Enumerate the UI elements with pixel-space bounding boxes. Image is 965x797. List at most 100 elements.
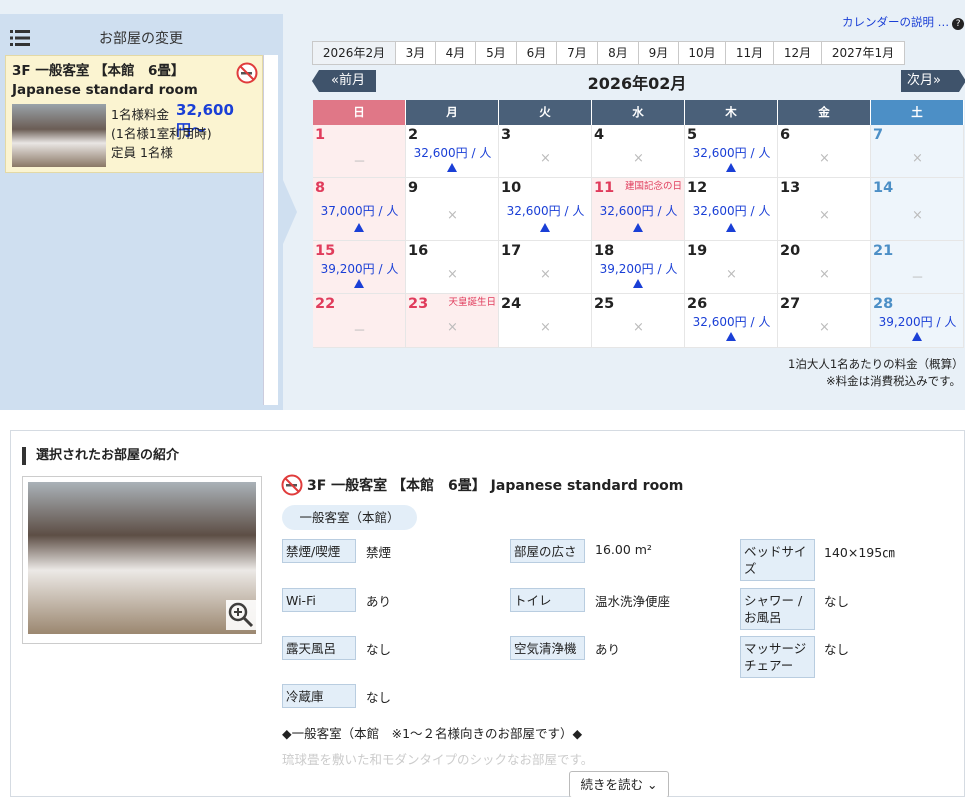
- calendar-day-cell[interactable]: 26 32,600円 / 人: [685, 294, 778, 348]
- room-category-tag: 一般客室（本館）: [282, 505, 417, 530]
- calendar-day-cell[interactable]: 5 32,600円 / 人: [685, 125, 778, 178]
- calendar-help-link[interactable]: カレンダーの説明 …?: [842, 14, 965, 30]
- day-number: 17: [501, 243, 522, 259]
- day-price[interactable]: 39,200円 / 人: [313, 260, 406, 277]
- availability-few-icon: [633, 223, 643, 232]
- month-tab[interactable]: 2026年2月: [312, 41, 396, 65]
- day-price[interactable]: 39,200円 / 人: [871, 313, 964, 330]
- month-tabs: 2026年2月 3月 4月 5月 6月 7月 8月 9月 10月 11月 12月 2027年1月: [312, 41, 905, 65]
- day-price[interactable]: 32,600円 / 人: [499, 202, 592, 219]
- sidebar-header: お部屋の変更: [0, 14, 283, 58]
- day-number: 20: [780, 243, 801, 259]
- day-number: 10: [501, 180, 522, 196]
- calendar-day-cell[interactable]: 28 39,200円 / 人: [871, 294, 964, 348]
- calendar-week: 15 39,200円 / 人 16 × 17 × 18 39,200円 / 人 19 × 20 × 21…: [313, 241, 965, 294]
- calendar-day-cell: 9 ×: [406, 178, 499, 241]
- weekday-label: 日: [313, 100, 406, 125]
- day-number: 7: [873, 127, 884, 143]
- unavailable-icon: ×: [447, 320, 458, 335]
- calendar-day-cell[interactable]: 8 37,000円 / 人: [313, 178, 406, 241]
- calendar-day-cell[interactable]: 10 32,600円 / 人: [499, 178, 592, 241]
- calendar-day-cell[interactable]: 11 建国記念の日 32,600円 / 人: [592, 178, 685, 241]
- day-number: 19: [687, 243, 708, 259]
- month-tab[interactable]: 10月: [679, 41, 726, 65]
- no-plan-icon: －: [352, 324, 366, 339]
- room-card-capacity: 定員 1名様: [111, 145, 173, 160]
- no-smoking-icon: [281, 474, 303, 496]
- weekday-label: 月: [406, 100, 499, 125]
- day-price[interactable]: 32,600円 / 人: [685, 202, 778, 219]
- calendar-day-cell: 4 ×: [592, 125, 685, 178]
- day-price[interactable]: 39,200円 / 人: [592, 260, 685, 277]
- unavailable-icon: ×: [540, 267, 551, 282]
- unavailable-icon: ×: [819, 320, 830, 335]
- sidebar-scrollbar[interactable]: [263, 55, 278, 405]
- month-tab[interactable]: 6月: [517, 41, 557, 65]
- day-number: 28: [873, 296, 894, 312]
- calendar-day-cell: 27 ×: [778, 294, 871, 348]
- unavailable-icon: ×: [633, 151, 644, 166]
- month-tab[interactable]: 4月: [436, 41, 476, 65]
- spec-label: ベッドサイズ: [740, 539, 815, 581]
- spec-label: トイレ: [510, 588, 585, 612]
- calendar-day-cell[interactable]: 2 32,600円 / 人: [406, 125, 499, 178]
- month-tab[interactable]: 7月: [557, 41, 598, 65]
- calendar-help-label: カレンダーの説明 …: [842, 15, 950, 29]
- list-icon[interactable]: [10, 29, 30, 47]
- prev-month-button[interactable]: «前月: [312, 70, 376, 92]
- room-photo-frame[interactable]: [22, 476, 262, 644]
- room-card-photo: [12, 104, 106, 167]
- double-left-icon: «: [331, 73, 339, 88]
- zoom-in-icon[interactable]: [226, 600, 256, 630]
- unavailable-icon: ×: [819, 208, 830, 223]
- calendar-day-cell: 16 ×: [406, 241, 499, 294]
- prev-month-label: 前月: [338, 73, 365, 88]
- help-icon: ?: [952, 18, 965, 30]
- day-price[interactable]: 32,600円 / 人: [592, 202, 685, 219]
- availability-few-icon: [726, 332, 736, 341]
- holiday-name: 天皇誕生日: [448, 297, 496, 308]
- availability-few-icon: [540, 223, 550, 232]
- calendar-day-cell[interactable]: 18 39,200円 / 人: [592, 241, 685, 294]
- unavailable-icon: ×: [726, 267, 737, 282]
- unavailable-icon: ×: [633, 320, 644, 335]
- month-tab[interactable]: 2027年1月: [822, 41, 905, 65]
- month-tab[interactable]: 5月: [476, 41, 517, 65]
- day-number: 11: [594, 180, 615, 196]
- spec-label: Wi-Fi: [282, 588, 356, 612]
- weekday-label: 木: [685, 100, 778, 125]
- month-tab[interactable]: 8月: [598, 41, 639, 65]
- day-price[interactable]: 32,600円 / 人: [685, 313, 778, 330]
- day-number: 22: [315, 296, 336, 312]
- day-number: 1: [315, 127, 326, 143]
- chevron-down-icon: ⌄: [647, 777, 658, 792]
- day-price[interactable]: 37,000円 / 人: [313, 202, 406, 219]
- no-plan-icon: －: [910, 271, 924, 286]
- day-number: 13: [780, 180, 801, 196]
- calendar-day-cell: 20 ×: [778, 241, 871, 294]
- day-price[interactable]: 32,600円 / 人: [685, 144, 778, 161]
- spec-value: 140×195㎝: [824, 545, 895, 560]
- calendar-week: 8 37,000円 / 人 9 × 10 32,600円 / 人 11 建国記念の日 32,60…: [313, 178, 965, 241]
- month-tab[interactable]: 11月: [726, 41, 774, 65]
- month-tab[interactable]: 9月: [639, 41, 679, 65]
- availability-few-icon: [726, 223, 736, 232]
- month-tab[interactable]: 12月: [774, 41, 822, 65]
- next-month-button[interactable]: 次月»: [901, 70, 965, 92]
- room-photo[interactable]: [28, 482, 256, 634]
- detail-heading: 選択されたお部屋の紹介: [22, 447, 179, 465]
- month-tab[interactable]: 3月: [396, 41, 436, 65]
- spec-value: なし: [824, 594, 850, 609]
- unavailable-icon: ×: [819, 267, 830, 282]
- room-card[interactable]: 3F 一般客室 【本館 6畳】Japanese standard room 1名…: [5, 55, 263, 173]
- read-more-label: 続きを読む: [580, 777, 644, 792]
- calendar-day-cell[interactable]: 15 39,200円 / 人: [313, 241, 406, 294]
- room-description: ◆一般客室（本館 ※1〜２名様向きのお部屋です）◆: [282, 726, 583, 741]
- unavailable-icon: ×: [819, 151, 830, 166]
- calendar-day-cell[interactable]: 12 32,600円 / 人: [685, 178, 778, 241]
- room-description-faded: 琉球畳を敷いた和モダンタイプのシックなお部屋です。: [282, 752, 594, 767]
- day-price[interactable]: 32,600円 / 人: [406, 144, 499, 161]
- read-more-button[interactable]: 続きを読む ⌄: [569, 771, 669, 797]
- weekday-header: 日月火水木金土: [313, 100, 965, 125]
- day-number: 3: [501, 127, 512, 143]
